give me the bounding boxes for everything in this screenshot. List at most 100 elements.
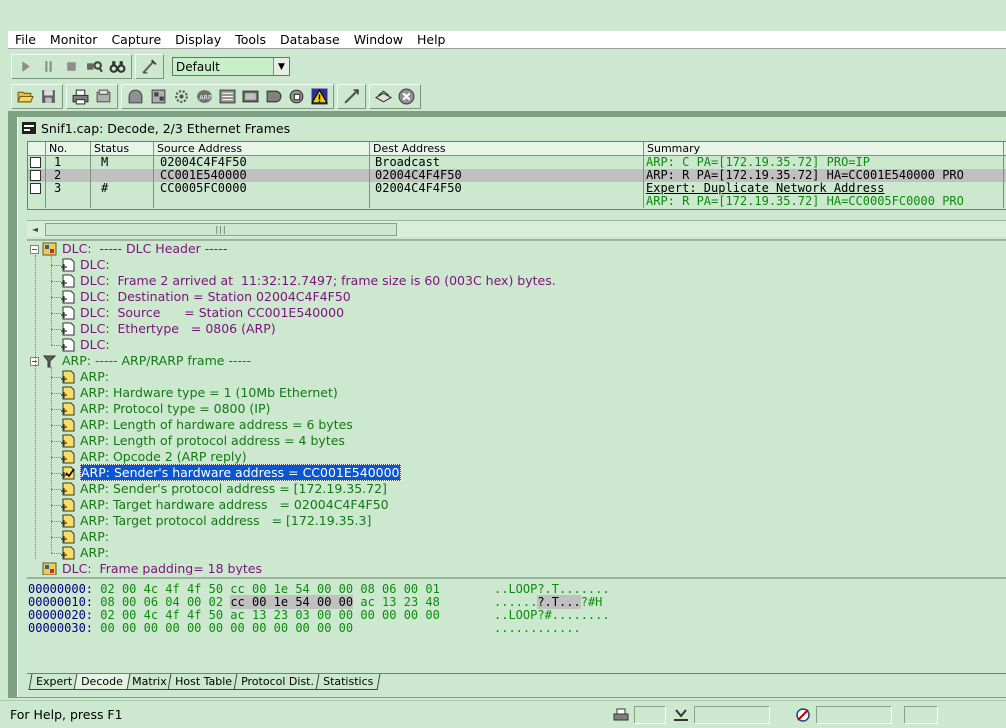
host-table-button[interactable] [240, 86, 261, 107]
col-no[interactable]: No. [46, 142, 91, 155]
capture-profile-select[interactable]: Default ▼ [172, 57, 290, 76]
hex-ascii: ...... [494, 595, 538, 609]
print-button[interactable] [70, 86, 91, 107]
tab-host-table[interactable]: Host Table [168, 674, 240, 690]
tree-connector [51, 377, 61, 378]
collapse-icon[interactable]: − [30, 245, 39, 254]
menu-database[interactable]: Database [273, 31, 347, 49]
gear-button[interactable] [171, 86, 192, 107]
menu-file[interactable]: File [8, 31, 43, 49]
tab-decode[interactable]: Decode [73, 674, 131, 690]
frame-row-3[interactable]: 3 # CC0005FC0000 02004C4F4F50 Expert: Du… [28, 182, 1006, 208]
col-status[interactable]: Status [91, 142, 154, 155]
arp-field-node[interactable]: ARP: Hardware type = 1 (10Mb Ethernet) [80, 385, 338, 401]
arp-header-node[interactable]: ARP: ----- ARP/RARP frame ----- [62, 353, 251, 369]
document-icon [61, 338, 76, 352]
col-summary[interactable]: Summary [644, 142, 1004, 155]
alarm-button[interactable] [309, 86, 330, 107]
yellow-document-icon [61, 386, 76, 400]
tree-connector [51, 473, 61, 474]
dlc-field-node[interactable]: DLC: Frame 2 arrived at 11:32:12.7497; f… [80, 273, 556, 289]
capture-filter-button[interactable] [125, 86, 146, 107]
exit-button[interactable] [396, 86, 417, 107]
clear-buffer-button[interactable] [139, 56, 160, 77]
arp-field-node[interactable]: ARP: Opcode 2 (ARP reply) [80, 449, 247, 465]
frame-row-1[interactable]: 1 M 02004C4F4F50 Broadcast ARP: C PA=[17… [28, 156, 1006, 169]
printer-status-icon [613, 708, 629, 720]
menu-tools[interactable]: Tools [228, 31, 273, 49]
matrix-icon [266, 90, 282, 103]
arp-field-node[interactable]: ARP: Protocol type = 0800 (IP) [80, 401, 270, 417]
frame-row-2[interactable]: 2 CC001E540000 02004C4F4F50 ARP: R PA=[1… [28, 169, 1006, 182]
frame-3-checkbox[interactable] [30, 183, 41, 194]
hex-bytes: 08 00 06 04 00 02 [100, 595, 231, 609]
frame-1-checkbox[interactable] [30, 157, 41, 168]
print-preview-button[interactable] [93, 86, 114, 107]
arp-field-node[interactable]: ARP: Target hardware address = 02004C4F4… [80, 497, 389, 513]
database-button[interactable] [373, 86, 394, 107]
status-panel-4 [904, 705, 938, 724]
save-button[interactable] [38, 86, 59, 107]
dlc-field-node[interactable]: DLC: Destination = Station 02004C4F4F50 [80, 289, 351, 305]
expert-button[interactable] [341, 86, 362, 107]
stop-and-view-icon [87, 61, 103, 73]
menu-help[interactable]: Help [410, 31, 453, 49]
arp-field-node[interactable]: ARP: Length of protocol address = 4 byte… [80, 433, 345, 449]
tab-statistics[interactable]: Statistics [315, 674, 382, 690]
chevron-down-icon[interactable]: ▼ [273, 58, 289, 75]
stop-and-view-button[interactable] [84, 56, 105, 77]
dlc-field-node[interactable]: DLC: Ethertype = 0806 (ARP) [80, 321, 276, 337]
capture-controls [11, 54, 132, 79]
menu-bar: File Monitor Capture Display Tools Datab… [8, 31, 1006, 49]
dlc-field-node[interactable]: DLC: Source = Station CC001E540000 [80, 305, 344, 321]
tab-matrix[interactable]: Matrix [124, 674, 174, 690]
hex-ascii-line[interactable]: ............ [494, 622, 581, 635]
tree-connector [51, 345, 61, 346]
arp-field-node[interactable]: ARP: Sender's hardware address = CC001E5… [80, 464, 401, 481]
window-title-bar[interactable]: Snif1.cap: Decode, 2/3 Ethernet Frames [18, 117, 1006, 139]
frame-summary: ARP: R PA=[172.19.35.72] HA=CC0005FC0000… [646, 194, 964, 208]
arp-field-node[interactable]: ARP: [80, 529, 109, 545]
matrix-button[interactable] [263, 86, 284, 107]
database-group [369, 84, 421, 109]
yellow-document-icon [61, 514, 76, 528]
start-capture-button[interactable] [15, 56, 36, 77]
open-button[interactable] [15, 86, 36, 107]
stop-capture-button[interactable] [61, 56, 82, 77]
hex-ascii: ?#H [580, 595, 603, 609]
col-source-address[interactable]: Source Address [154, 142, 370, 155]
arp-button[interactable]: ARP [194, 86, 215, 107]
menu-monitor[interactable]: Monitor [43, 31, 105, 49]
display-filter-button[interactable] [148, 86, 169, 107]
scroll-left-icon[interactable]: ◄ [27, 222, 43, 237]
pause-capture-button[interactable] [38, 56, 59, 77]
arp-field-node[interactable]: ARP: Sender's protocol address = [172.19… [80, 481, 387, 497]
tab-protocol-dist[interactable]: Protocol Dist. [234, 674, 322, 690]
view-capture-button[interactable] [107, 56, 128, 77]
dlc-padding-node[interactable]: DLC: Frame padding= 18 bytes [62, 561, 262, 575]
selected-field-text[interactable]: ARP: Sender's hardware address = CC001E5… [80, 464, 401, 481]
menu-window[interactable]: Window [347, 31, 410, 49]
scrollbar-thumb[interactable]: ||| [45, 222, 397, 236]
arp-field-node[interactable]: ARP: [80, 369, 109, 385]
dlc-header-node[interactable]: DLC: ----- DLC Header ----- [62, 241, 227, 257]
menu-capture[interactable]: Capture [104, 31, 168, 49]
hex-bytes: 02 00 4c 4f 4f 50 ac 13 23 03 00 00 00 0… [100, 608, 440, 622]
hex-line[interactable]: 00000030: 00 00 00 00 00 00 00 00 00 00 … [28, 622, 353, 635]
frame-2-checkbox[interactable] [30, 170, 41, 181]
menu-display[interactable]: Display [168, 31, 228, 49]
checked-document-icon [61, 466, 76, 480]
decode-tree: − DLC: ----- DLC Header ----- DLC: DLC: Fra… [27, 239, 1006, 575]
arp-field-node[interactable]: ARP: Target protocol address = [172.19.3… [80, 513, 371, 529]
dlc-field-node[interactable]: DLC: [80, 337, 110, 353]
col-dest-address[interactable]: Dest Address [370, 142, 644, 155]
dlc-field-node[interactable]: DLC: [80, 257, 110, 273]
arp-field-node[interactable]: ARP: Length of hardware address = 6 byte… [80, 417, 353, 433]
main-toolbar: ARP [8, 82, 1006, 111]
history-button[interactable] [286, 86, 307, 107]
tab-expert[interactable]: Expert [28, 674, 80, 690]
frame-list-scrollbar[interactable]: ◄ ||| [27, 220, 1006, 237]
statistics-button[interactable] [217, 86, 238, 107]
arp-protocol-icon [42, 354, 57, 368]
arp-field-node[interactable]: ARP: [80, 545, 109, 561]
